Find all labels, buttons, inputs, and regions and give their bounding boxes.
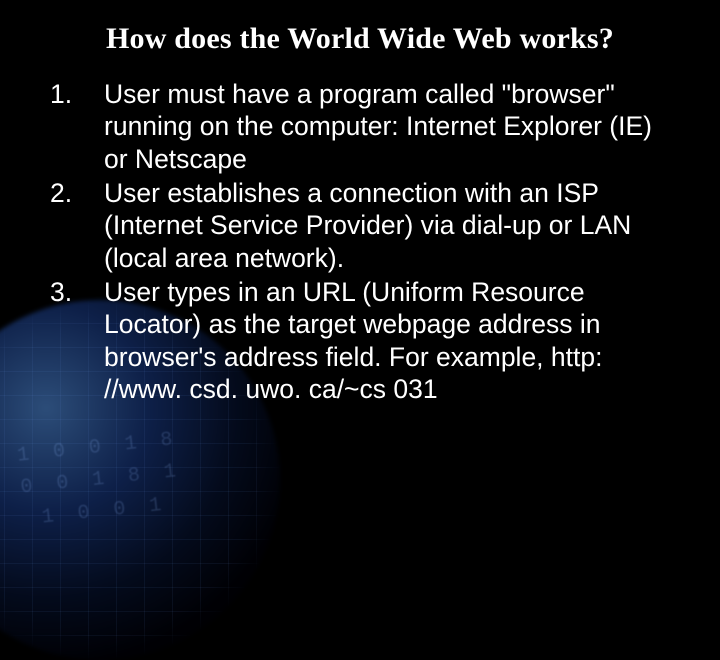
- slide-title: How does the World Wide Web works?: [44, 22, 676, 56]
- list-item: User must have a program called "browser…: [44, 78, 676, 175]
- slide-content: How does the World Wide Web works? User …: [0, 0, 720, 405]
- list-item-text: User types in an URL (Uniform Resource L…: [104, 277, 602, 404]
- list-item: User establishes a connection with an IS…: [44, 177, 676, 274]
- numbered-list: User must have a program called "browser…: [44, 78, 676, 405]
- list-item-text: User must have a program called "browser…: [104, 79, 652, 174]
- list-item: User types in an URL (Uniform Resource L…: [44, 276, 676, 405]
- list-item-text: User establishes a connection with an IS…: [104, 178, 631, 273]
